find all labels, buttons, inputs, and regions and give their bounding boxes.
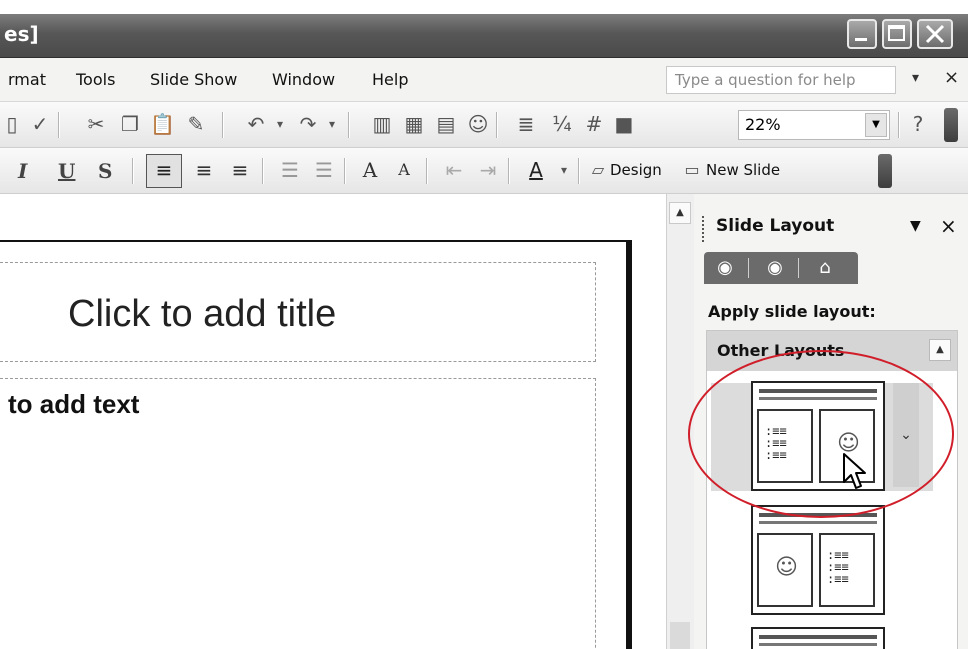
- menu-window[interactable]: Window: [272, 70, 335, 89]
- align-right-icon[interactable]: ≡: [228, 158, 252, 182]
- formatting-toolbar-grip[interactable]: [878, 154, 892, 188]
- clipart-person-icon: ☺: [775, 555, 798, 580]
- maximize-icon: [888, 25, 905, 41]
- menu-help[interactable]: Help: [372, 70, 408, 89]
- decrease-font-icon[interactable]: A: [392, 158, 416, 182]
- slide-canvas: Click to add title to add text: [0, 240, 632, 649]
- redo-icon[interactable]: ↷: [296, 112, 320, 136]
- standard-toolbar: ▯ ✓ ✂ ❐ 📋 ✎ ↶ ▾ ↷ ▾ ▥ ▦ ▤ ☺ ≣ ¼ # ■ 22% …: [0, 102, 968, 148]
- numbering-icon[interactable]: ☰: [278, 158, 302, 182]
- spelling-icon[interactable]: ✓: [28, 112, 52, 136]
- mouse-cursor-icon: [843, 453, 866, 489]
- print-icon[interactable]: ▯: [0, 112, 24, 136]
- task-pane-header: Slide Layout ▼ ×: [702, 212, 964, 244]
- gallery-section-header: Other Layouts ▲: [707, 331, 957, 371]
- content-column-box: ☺: [757, 533, 813, 607]
- task-pane-close-icon[interactable]: ×: [940, 214, 957, 238]
- scroll-thumb[interactable]: [670, 622, 690, 649]
- new-slide-button[interactable]: New Slide: [706, 161, 780, 179]
- menu-tools[interactable]: Tools: [76, 70, 115, 89]
- italic-button[interactable]: I: [18, 159, 27, 183]
- slide-editing-area: Click to add title to add text: [0, 194, 690, 649]
- body-placeholder[interactable]: to add text: [0, 378, 596, 649]
- insert-clipart-icon[interactable]: ☺: [466, 112, 490, 136]
- insert-chart-icon[interactable]: ▥: [370, 112, 394, 136]
- increase-font-icon[interactable]: A: [358, 158, 382, 182]
- home-icon[interactable]: ⌂: [812, 256, 838, 280]
- design-icon: ▱: [591, 160, 605, 179]
- maximize-button[interactable]: [882, 19, 912, 49]
- menu-close-icon[interactable]: ×: [944, 67, 959, 88]
- title-placeholder-text: Click to add title: [68, 293, 337, 335]
- zoom-value: 22%: [745, 115, 781, 134]
- menu-format[interactable]: rmat: [8, 70, 46, 89]
- task-pane-menu-icon[interactable]: ▼: [910, 218, 921, 234]
- toolbar-options-grip[interactable]: [944, 108, 958, 142]
- back-icon[interactable]: ◉: [712, 256, 738, 280]
- layout-thumb-title-content-and-text[interactable]: ☺ :≡≡ :≡≡ :≡≡: [751, 505, 885, 615]
- vertical-scrollbar[interactable]: ▲: [666, 194, 694, 649]
- paste-icon[interactable]: 📋: [150, 112, 175, 136]
- undo-icon[interactable]: ↶: [244, 112, 268, 136]
- format-painter-icon[interactable]: ✎: [184, 112, 208, 136]
- gallery-scroll-up-icon[interactable]: ▲: [929, 339, 951, 361]
- minimize-button[interactable]: [847, 19, 877, 49]
- body-placeholder-text: to add text: [8, 389, 140, 419]
- align-left-icon: ≡: [155, 158, 173, 182]
- decrease-indent-icon[interactable]: ⇤: [442, 158, 466, 182]
- title-placeholder[interactable]: Click to add title: [0, 262, 596, 362]
- title-bar: es]: [0, 14, 968, 58]
- layout-dropdown-icon[interactable]: ⌄: [893, 383, 919, 487]
- close-icon: [925, 24, 945, 44]
- scroll-up-icon[interactable]: ▲: [669, 202, 691, 224]
- redo-dropdown-icon[interactable]: ▾: [320, 112, 344, 136]
- align-center-icon[interactable]: ≡: [192, 158, 216, 182]
- copy-icon[interactable]: ❐: [118, 112, 142, 136]
- shadow-button[interactable]: S: [98, 159, 112, 183]
- increase-indent-icon[interactable]: ⇥: [476, 158, 500, 182]
- section-label: Other Layouts: [717, 341, 845, 360]
- insert-table-icon[interactable]: ▦: [402, 112, 426, 136]
- bullets-icon[interactable]: ☰: [312, 158, 336, 182]
- zoom-dropdown-icon[interactable]: ▼: [865, 113, 887, 137]
- apply-layout-label: Apply slide layout:: [708, 302, 876, 321]
- close-button[interactable]: [917, 19, 953, 49]
- design-button[interactable]: Design: [610, 161, 662, 179]
- task-pane: Slide Layout ▼ × ◉ ◉ ⌂ Apply slide layou…: [694, 194, 968, 649]
- minimize-icon: [855, 38, 867, 41]
- font-color-dropdown-icon[interactable]: ▾: [552, 158, 576, 182]
- forward-icon[interactable]: ◉: [762, 256, 788, 280]
- expand-all-icon[interactable]: ≣: [514, 112, 538, 136]
- task-pane-title: Slide Layout: [716, 216, 835, 236]
- font-color-icon[interactable]: A: [524, 158, 548, 182]
- help-dropdown-icon[interactable]: ▾: [912, 70, 919, 86]
- text-column-box: :≡≡ :≡≡ :≡≡: [757, 409, 813, 483]
- menu-bar: rmat Tools Slide Show Window Help Type a…: [0, 58, 968, 102]
- layout-thumb-title-and-content[interactable]: [751, 627, 885, 649]
- task-pane-nav: ◉ ◉ ⌂: [704, 252, 858, 284]
- task-pane-grip[interactable]: [702, 216, 706, 242]
- tables-borders-icon[interactable]: ▤: [434, 112, 458, 136]
- underline-button[interactable]: U: [58, 159, 75, 183]
- layout-gallery: Other Layouts ▲ :≡≡ :≡≡ :≡≡ ☺ ⌄ ☺ :≡≡ :≡…: [706, 330, 958, 649]
- text-column-box: :≡≡ :≡≡ :≡≡: [819, 533, 875, 607]
- help-search-input[interactable]: Type a question for help: [666, 66, 896, 94]
- undo-dropdown-icon[interactable]: ▾: [268, 112, 292, 136]
- menu-slide-show[interactable]: Slide Show: [150, 70, 237, 89]
- formatting-toolbar: I U S ≡ ≡ ≡ ☰ ☰ A A ⇤ ⇥ A ▾ ▱ Design ▭ N…: [0, 148, 968, 194]
- zoom-select[interactable]: 22% ▼: [738, 110, 890, 140]
- cut-icon[interactable]: ✂: [84, 112, 108, 136]
- help-icon[interactable]: ?: [906, 112, 930, 136]
- color-grayscale-icon[interactable]: ■: [612, 112, 636, 136]
- show-formatting-icon[interactable]: ¼: [550, 112, 574, 136]
- window-title: es]: [4, 22, 39, 46]
- show-grid-icon[interactable]: #: [582, 112, 606, 136]
- new-slide-icon: ▭: [684, 160, 700, 179]
